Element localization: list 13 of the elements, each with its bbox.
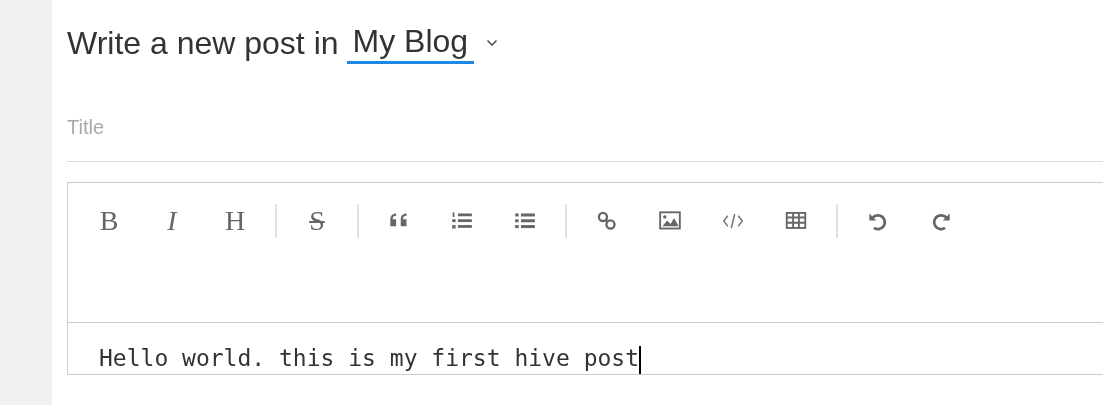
image-icon [659, 210, 681, 232]
ordered-list-icon [451, 210, 473, 232]
blog-selector[interactable]: My Blog [346, 22, 475, 64]
page-heading: Write a new post in [67, 24, 339, 62]
chevron-down-icon[interactable] [486, 39, 499, 47]
title-field[interactable]: Title [67, 116, 1103, 162]
table-icon [785, 210, 807, 232]
strike-button[interactable]: S [297, 201, 337, 241]
heading-button[interactable]: H [215, 201, 255, 241]
editor-field[interactable]: Hello world. this is my first hive post [68, 323, 1103, 374]
italic-button[interactable]: I [152, 201, 192, 241]
bold-button[interactable]: B [89, 201, 129, 241]
link-icon [596, 210, 618, 232]
